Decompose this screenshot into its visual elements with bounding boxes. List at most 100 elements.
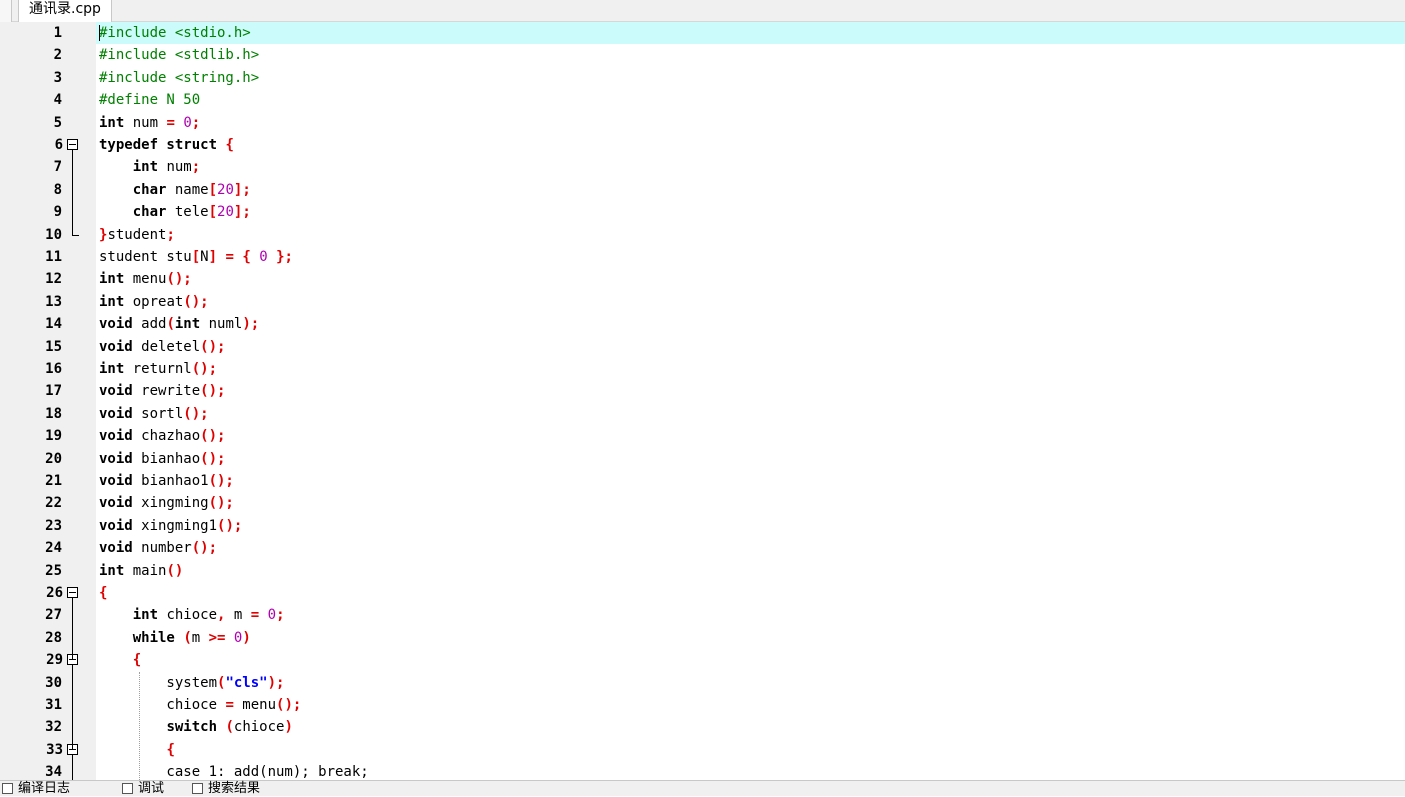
- line-number: 31: [45, 697, 62, 713]
- code-token: bianhao1: [132, 473, 209, 489]
- code-line[interactable]: 3 #include <string.h>: [0, 67, 1405, 89]
- code-token: number: [132, 540, 192, 557]
- code-token: [: [208, 181, 218, 198]
- bottom-tab-compile-log[interactable]: 编译日志: [0, 781, 70, 797]
- code-line[interactable]: 4 #define N 50: [0, 89, 1405, 111]
- code-line[interactable]: 23 void xingming1();: [0, 515, 1405, 537]
- code-text: while (m >= 0): [96, 627, 1405, 649]
- code-text: void rewrite();: [96, 380, 1405, 402]
- code-token: ];: [233, 204, 251, 221]
- line-number: 33: [46, 741, 63, 758]
- line-number: 22: [45, 495, 62, 512]
- code-line[interactable]: 18 void sortl();: [0, 403, 1405, 425]
- code-token: switch: [166, 719, 218, 736]
- code-token: 20: [217, 204, 234, 221]
- code-line[interactable]: 15 void deletel();: [0, 336, 1405, 358]
- code-text: void number();: [96, 537, 1405, 559]
- code-text: void xingming1();: [96, 515, 1405, 537]
- code-line[interactable]: 13 int opreat();: [0, 291, 1405, 313]
- code-line[interactable]: 25 int main(): [0, 560, 1405, 582]
- code-token: ();: [208, 495, 234, 512]
- code-token: xingming: [132, 495, 209, 512]
- code-line[interactable]: 14 void add(int numl);: [0, 313, 1405, 335]
- code-editor[interactable]: 1 #include <stdio.h> 2 #include <stdlib.h> 3…: [0, 22, 1405, 780]
- code-token: ;: [191, 114, 201, 131]
- code-line[interactable]: 9 char tele[20];: [0, 201, 1405, 223]
- line-number: 20: [45, 450, 62, 467]
- fold-toggle-icon[interactable]: [67, 139, 78, 150]
- code-text: void chazhao();: [96, 425, 1405, 447]
- code-line[interactable]: 32 switch (chioce): [0, 716, 1405, 738]
- bottom-tab-search-results[interactable]: 搜索结果: [190, 781, 260, 797]
- code-text: char tele[20];: [96, 201, 1405, 223]
- code-line[interactable]: 5 int num = 0;: [0, 112, 1405, 134]
- code-line[interactable]: 34 case 1: add(num); break;: [0, 761, 1405, 780]
- line-number: 25: [45, 562, 62, 579]
- code-line[interactable]: 20 void bianhao();: [0, 448, 1405, 470]
- code-token: int: [99, 361, 125, 377]
- code-line[interactable]: 30 system("cls");: [0, 672, 1405, 694]
- line-number: 16: [45, 361, 62, 377]
- code-token: =: [166, 114, 175, 131]
- code-line[interactable]: 27 int chioce, m = 0;: [0, 604, 1405, 626]
- text-caret: [99, 25, 100, 41]
- code-line[interactable]: 17 void rewrite();: [0, 380, 1405, 402]
- code-text: void deletel();: [96, 336, 1405, 358]
- code-token: ();: [200, 383, 226, 400]
- code-token: {: [242, 249, 251, 265]
- code-token: ): [242, 629, 251, 646]
- code-line[interactable]: 26 {: [0, 582, 1405, 604]
- code-line[interactable]: 6 typedef struct {: [0, 134, 1405, 156]
- code-token: void: [99, 405, 133, 422]
- fold-toggle-icon[interactable]: [67, 587, 78, 598]
- code-token: char: [132, 181, 167, 198]
- code-token: {: [99, 585, 108, 601]
- code-line[interactable]: 10}student;: [0, 224, 1405, 246]
- code-line[interactable]: 7 int num;: [0, 156, 1405, 178]
- code-text: #define N 50: [96, 89, 1405, 111]
- code-token: chioce: [158, 607, 218, 624]
- code-line[interactable]: 12 int menu();: [0, 268, 1405, 290]
- code-line[interactable]: 29 {: [0, 649, 1405, 671]
- code-token: ): [284, 719, 293, 736]
- code-line[interactable]: 21 void bianhao1();: [0, 470, 1405, 492]
- line-number: 23: [45, 517, 62, 534]
- code-token: ();: [191, 361, 218, 377]
- code-line[interactable]: 31 chioce = menu();: [0, 694, 1405, 716]
- code-line[interactable]: 16 int returnl();: [0, 358, 1405, 380]
- code-line[interactable]: 24 void number();: [0, 537, 1405, 559]
- code-line[interactable]: 11 student stu[N] = { 0 };: [0, 246, 1405, 268]
- tab-file[interactable]: 通讯录.cpp: [18, 0, 112, 22]
- code-token: {: [132, 652, 142, 669]
- code-line[interactable]: 28 while (m >= 0): [0, 627, 1405, 649]
- code-token: (: [183, 629, 192, 646]
- code-line[interactable]: 22 void xingming();: [0, 492, 1405, 514]
- code-text: void bianhao1();: [96, 470, 1405, 492]
- bottom-tab-debug[interactable]: 调试: [120, 781, 164, 797]
- line-number: 29: [46, 652, 63, 669]
- code-text: {: [96, 582, 1405, 604]
- code-token: ];: [233, 181, 251, 198]
- code-token: N: [200, 249, 209, 265]
- code-token: "cls": [225, 674, 268, 691]
- line-number: 13: [45, 293, 62, 310]
- code-text: int num;: [96, 156, 1405, 178]
- code-line[interactable]: 1 #include <stdio.h>: [0, 22, 1405, 44]
- code-text: #include <string.h>: [96, 67, 1405, 89]
- code-line[interactable]: 33 {: [0, 739, 1405, 761]
- code-line[interactable]: 19 void chazhao();: [0, 425, 1405, 447]
- code-token: #include <stdio.h>: [99, 25, 251, 41]
- code-line[interactable]: 2 #include <stdlib.h>: [0, 44, 1405, 66]
- code-token: opreat: [124, 293, 184, 310]
- bottom-tab-label: 编译日志: [18, 781, 71, 796]
- code-token: #include <string.h>: [99, 69, 260, 86]
- fold-guide: [72, 150, 73, 235]
- code-token: student stu: [99, 249, 192, 265]
- code-line[interactable]: 8 char name[20];: [0, 179, 1405, 201]
- fold-guide: [72, 598, 73, 661]
